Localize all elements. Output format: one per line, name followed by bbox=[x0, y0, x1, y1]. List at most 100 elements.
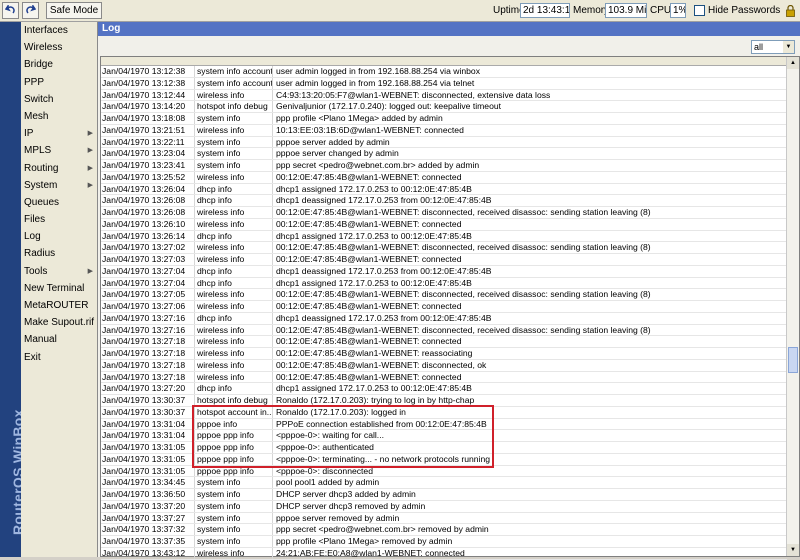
log-message-cell: Genivaljunior (172.17.0.240): logged out… bbox=[276, 101, 502, 112]
redo-icon bbox=[26, 5, 36, 14]
menu-item-ip[interactable]: IP ▶ bbox=[21, 125, 97, 142]
menu-item-mpls[interactable]: MPLS ▶ bbox=[21, 142, 97, 159]
topic-filter-value: all bbox=[754, 42, 764, 52]
table-row[interactable]: Jan/04/1970 13:27:16 wireless info 00:12:0… bbox=[101, 324, 787, 337]
top-toolbar: Safe Mode Uptime: 2d 13:43:18 Memory: 10… bbox=[0, 0, 800, 22]
table-row[interactable]: Jan/04/1970 13:26:08 dhcp info dhcp1 deass… bbox=[101, 195, 787, 207]
log-message-cell: 00:12:0E:47:85:4B@wlan1-WEBNET: connecte… bbox=[276, 218, 462, 229]
table-row[interactable]: Jan/04/1970 13:26:14 dhcp info dhcp1 assig… bbox=[101, 230, 787, 243]
log-topics-cell: system info bbox=[195, 477, 273, 488]
menu-item-files[interactable]: Files bbox=[21, 211, 97, 228]
menu-item-label: New Terminal bbox=[24, 282, 85, 294]
menu-item-system[interactable]: System ▶ bbox=[21, 177, 97, 194]
log-time-cell: Jan/04/1970 13:27:18 bbox=[101, 336, 195, 347]
topic-filter-select[interactable]: all ▼ bbox=[751, 40, 795, 54]
log-time-cell: Jan/04/1970 13:27:18 bbox=[101, 348, 195, 359]
table-row[interactable]: Jan/04/1970 13:37:35 system info ppp profi… bbox=[101, 536, 787, 548]
table-row[interactable]: Jan/04/1970 13:27:06 wireless info 00:12:0… bbox=[101, 301, 787, 313]
menu-item-bridge[interactable]: Bridge bbox=[21, 56, 97, 73]
menu-item-label: MetaROUTER bbox=[24, 300, 89, 311]
log-time-cell: Jan/04/1970 13:27:18 bbox=[101, 359, 195, 371]
menu-item-wireless[interactable]: Wireless bbox=[21, 39, 97, 56]
menu-item-radius[interactable]: Radius bbox=[21, 245, 97, 262]
table-row[interactable]: Jan/04/1970 13:27:02 wireless info 00:12:0… bbox=[101, 242, 787, 254]
table-row[interactable]: Jan/04/1970 13:27:05 wireless info 00:12:0… bbox=[101, 289, 787, 301]
submenu-arrow-icon: ▶ bbox=[87, 181, 93, 189]
table-row[interactable]: Jan/04/1970 13:31:04 pppoe info PPPoE conn… bbox=[101, 418, 787, 431]
side-menu: Interfaces Wireless Bridge PPP Switch Mesh IP ▶… bbox=[21, 22, 98, 557]
table-row[interactable]: Jan/04/1970 13:27:04 dhcp info dhcp1 assig… bbox=[101, 277, 787, 290]
table-row[interactable]: Jan/04/1970 13:21:51 wireless info 10:13:E… bbox=[101, 124, 787, 137]
table-row[interactable]: Jan/04/1970 13:27:18 wireless info 00:12:0… bbox=[101, 348, 787, 360]
table-row[interactable]: Jan/04/1970 13:37:27 system info pppoe ser… bbox=[101, 512, 787, 525]
table-row[interactable]: Jan/04/1970 13:22:11 system info pppoe ser… bbox=[101, 136, 787, 149]
table-row[interactable]: Jan/04/1970 13:36:50 system info DHCP serv… bbox=[101, 489, 787, 501]
redo-button[interactable] bbox=[22, 2, 39, 19]
table-row[interactable]: Jan/04/1970 13:27:03 wireless info 00:12:0… bbox=[101, 254, 787, 266]
table-row[interactable]: Jan/04/1970 13:23:41 system info ppp secre… bbox=[101, 160, 787, 172]
log-time-cell: Jan/04/1970 13:31:04 bbox=[101, 430, 195, 441]
table-row[interactable]: Jan/04/1970 13:26:08 wireless info 00:12:0… bbox=[101, 207, 787, 219]
menu-item-switch[interactable]: Switch bbox=[21, 91, 97, 108]
table-row[interactable]: Jan/04/1970 13:30:37 hotspot account in..… bbox=[101, 406, 787, 419]
table-row[interactable]: Jan/04/1970 13:27:16 dhcp info dhcp1 deass… bbox=[101, 312, 787, 325]
menu-item-log[interactable]: Log bbox=[21, 228, 97, 245]
log-window: Log all ▼ Jan/04/1970 13:12:38 system inf… bbox=[98, 22, 800, 560]
log-message-cell: 00:12:0E:47:85:4B@wlan1-WEBNET: disconne… bbox=[276, 324, 651, 335]
scroll-down-icon[interactable]: ▼ bbox=[787, 544, 799, 556]
log-topics-cell: wireless info bbox=[195, 371, 273, 383]
menu-item-manual[interactable]: Manual bbox=[21, 331, 97, 348]
table-row[interactable]: Jan/04/1970 13:27:18 wireless info 00:12:0… bbox=[101, 359, 787, 372]
menu-item-label: System bbox=[24, 179, 58, 191]
menu-item-interfaces[interactable]: Interfaces bbox=[21, 22, 97, 39]
memory-value: 103.9 MiB bbox=[605, 3, 647, 18]
menu-item-routing[interactable]: Routing ▶ bbox=[21, 160, 97, 177]
table-row[interactable]: Jan/04/1970 13:14:20 hotspot info debug Ge… bbox=[101, 101, 787, 113]
submenu-arrow-icon: ▶ bbox=[87, 267, 93, 275]
menu-item-new-terminal[interactable]: New Terminal bbox=[21, 280, 97, 297]
table-row[interactable]: Jan/04/1970 13:12:38 system info account u… bbox=[101, 66, 787, 78]
menu-item-metarouter[interactable]: MetaROUTER bbox=[21, 297, 97, 314]
menu-item-queues[interactable]: Queues bbox=[21, 194, 97, 211]
table-row[interactable]: Jan/04/1970 13:37:20 system info DHCP serv… bbox=[101, 500, 787, 513]
menu-item-tools[interactable]: Tools ▶ bbox=[21, 263, 97, 280]
log-time-cell: Jan/04/1970 13:23:04 bbox=[101, 148, 195, 159]
table-row[interactable]: Jan/04/1970 13:27:20 dhcp info dhcp1 assig… bbox=[101, 383, 787, 395]
menu-item-make-supout-rif[interactable]: Make Supout.rif bbox=[21, 314, 97, 331]
log-topics-cell: hotspot info debug bbox=[195, 101, 273, 112]
hide-passwords-checkbox[interactable] bbox=[694, 5, 705, 16]
table-row[interactable]: Jan/04/1970 13:37:32 system info ppp secre… bbox=[101, 524, 787, 536]
table-row[interactable]: Jan/04/1970 13:43:12 wireless info 24:21:A… bbox=[101, 547, 787, 560]
table-row[interactable]: Jan/04/1970 13:30:37 hotspot info debug Ro… bbox=[101, 395, 787, 407]
menu-item-mesh[interactable]: Mesh bbox=[21, 108, 97, 125]
menu-item-ppp[interactable]: PPP bbox=[21, 74, 97, 91]
table-row[interactable]: Jan/04/1970 13:34:45 system info pool pool… bbox=[101, 477, 787, 489]
table-row[interactable]: Jan/04/1970 13:27:18 wireless info 00:12:0… bbox=[101, 336, 787, 348]
table-row[interactable]: Jan/04/1970 13:25:52 wireless info 00:12:0… bbox=[101, 171, 787, 184]
table-row[interactable]: Jan/04/1970 13:31:05 pppoe ppp info <pppoe… bbox=[101, 442, 787, 454]
undo-button[interactable] bbox=[2, 2, 19, 19]
table-row[interactable]: Jan/04/1970 13:27:04 dhcp info dhcp1 deass… bbox=[101, 265, 787, 278]
log-message-cell: user admin logged in from 192.168.88.254… bbox=[276, 66, 480, 76]
vertical-scrollbar[interactable]: ▲ ▼ bbox=[786, 57, 799, 556]
table-row[interactable]: Jan/04/1970 13:18:08 system info ppp profi… bbox=[101, 113, 787, 125]
table-row[interactable]: Jan/04/1970 13:26:10 wireless info 00:12:0… bbox=[101, 218, 787, 231]
table-row[interactable]: Jan/04/1970 13:27:18 wireless info 00:12:0… bbox=[101, 371, 787, 384]
table-row[interactable]: Jan/04/1970 13:26:04 dhcp info dhcp1 assig… bbox=[101, 183, 787, 196]
menu-item-exit[interactable]: Exit bbox=[21, 349, 97, 366]
hide-passwords-label[interactable]: Hide Passwords bbox=[708, 5, 780, 16]
log-message-cell: user admin logged in from 192.168.88.254… bbox=[276, 77, 475, 88]
table-row[interactable]: Jan/04/1970 13:12:38 system info account u… bbox=[101, 77, 787, 90]
safe-mode-button[interactable]: Safe Mode bbox=[46, 2, 102, 19]
table-row[interactable]: Jan/04/1970 13:23:04 system info pppoe ser… bbox=[101, 148, 787, 160]
log-message-cell: 00:12:0E:47:85:4B@wlan1-WEBNET: disconne… bbox=[276, 359, 487, 370]
log-topics-cell: hotspot account in... bbox=[197, 406, 273, 418]
scroll-up-icon[interactable]: ▲ bbox=[787, 57, 799, 69]
log-time-cell: Jan/04/1970 13:30:37 bbox=[101, 395, 195, 406]
table-row[interactable]: Jan/04/1970 13:12:44 wireless info C4:93:1… bbox=[101, 89, 787, 102]
table-row[interactable]: Jan/04/1970 13:31:05 pppoe ppp info <pppoe… bbox=[101, 465, 787, 478]
table-row[interactable]: Jan/04/1970 13:31:04 pppoe ppp info <pppoe… bbox=[101, 430, 787, 442]
log-time-cell: Jan/04/1970 13:27:06 bbox=[101, 301, 195, 312]
scroll-thumb[interactable] bbox=[788, 347, 798, 373]
table-row[interactable]: Jan/04/1970 13:31:05 pppoe ppp info <pppoe… bbox=[101, 453, 787, 466]
